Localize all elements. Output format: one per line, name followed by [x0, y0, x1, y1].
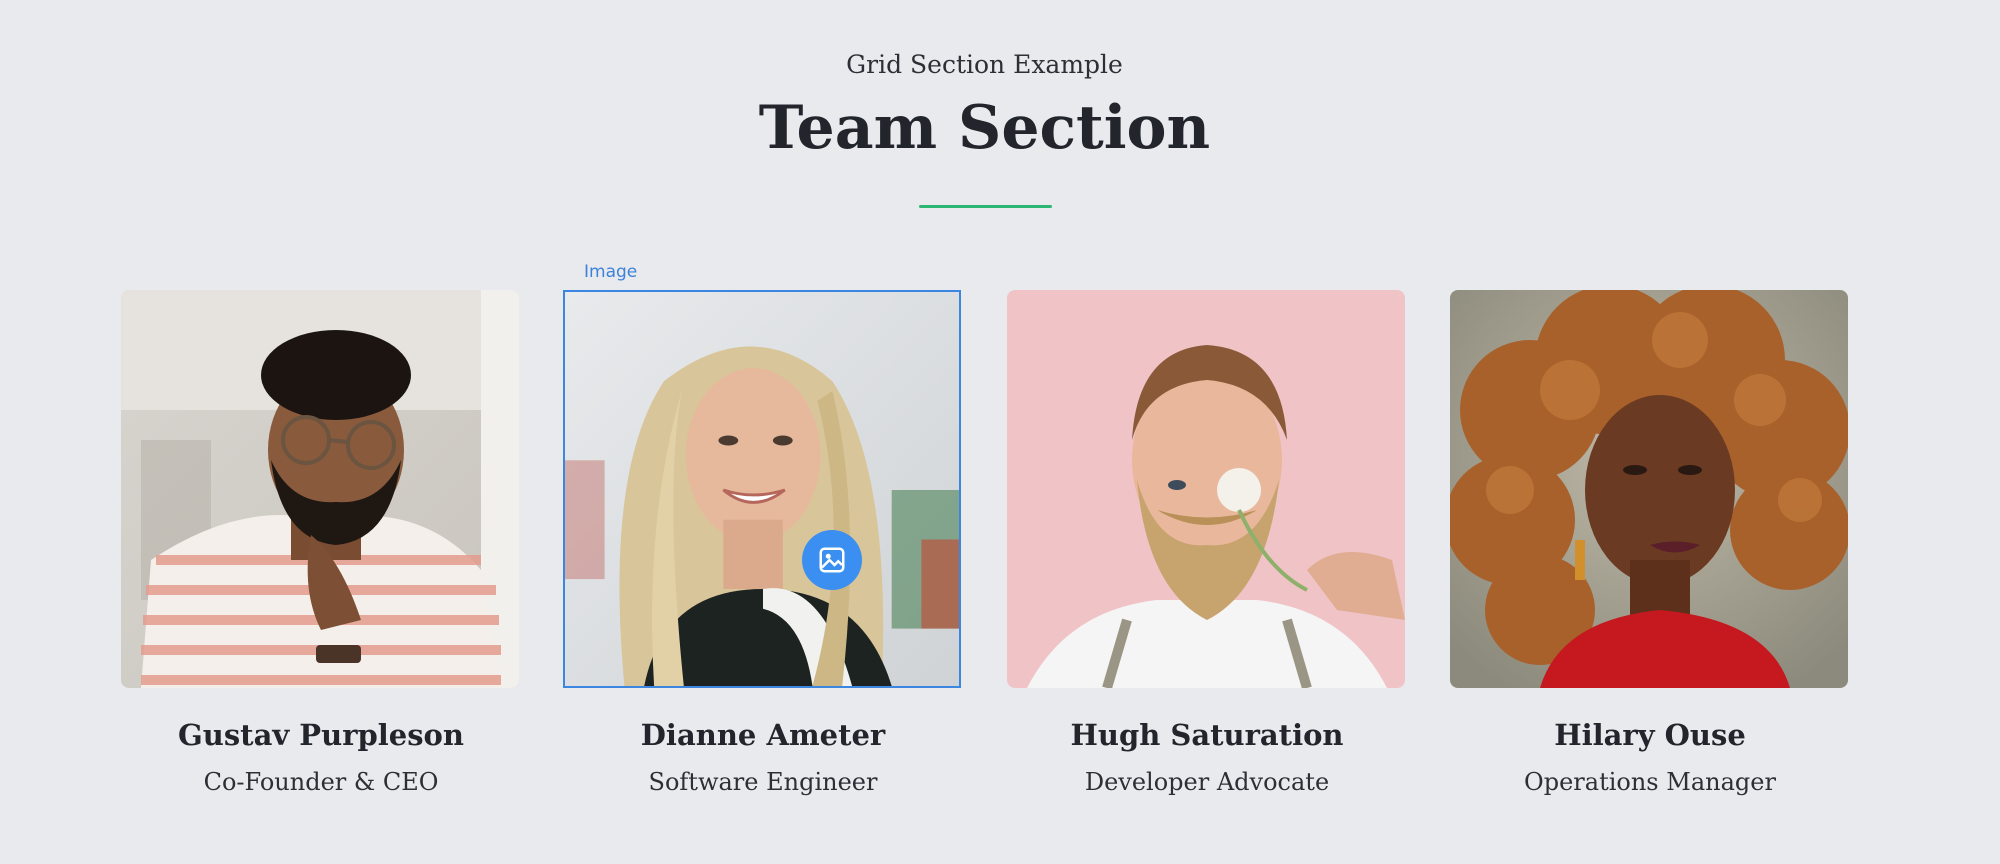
team-member-role: Co-Founder & CEO — [203, 768, 439, 796]
image-icon — [819, 547, 845, 573]
team-card: Gustav Purpleson Co-Founder & CEO — [121, 290, 521, 796]
team-member-photo[interactable] — [1007, 290, 1405, 688]
team-member-photo[interactable] — [1450, 290, 1848, 688]
team-member-name: Dianne Ameter — [640, 718, 886, 752]
team-member-name: Hilary Ouse — [1554, 718, 1746, 752]
team-member-role: Operations Manager — [1524, 768, 1776, 796]
team-member-name: Gustav Purpleson — [178, 718, 464, 752]
team-member-photo[interactable] — [121, 290, 519, 688]
team-member-role: Developer Advocate — [1084, 768, 1330, 796]
selected-element-label: Image — [584, 262, 638, 282]
team-member-name: Hugh Saturation — [1070, 718, 1344, 752]
title-divider — [919, 205, 1052, 208]
team-card: Hilary Ouse Operations Manager — [1450, 290, 1850, 796]
replace-image-button[interactable] — [802, 530, 862, 590]
team-member-photo-selected[interactable] — [563, 290, 961, 688]
team-member-role: Software Engineer — [648, 768, 878, 796]
team-card: Dianne Ameter Software Engineer — [563, 290, 963, 796]
team-card: Hugh Saturation Developer Advocate — [1007, 290, 1407, 796]
section-title: Team Section — [758, 93, 1211, 163]
section-kicker: Grid Section Example — [846, 50, 1123, 79]
